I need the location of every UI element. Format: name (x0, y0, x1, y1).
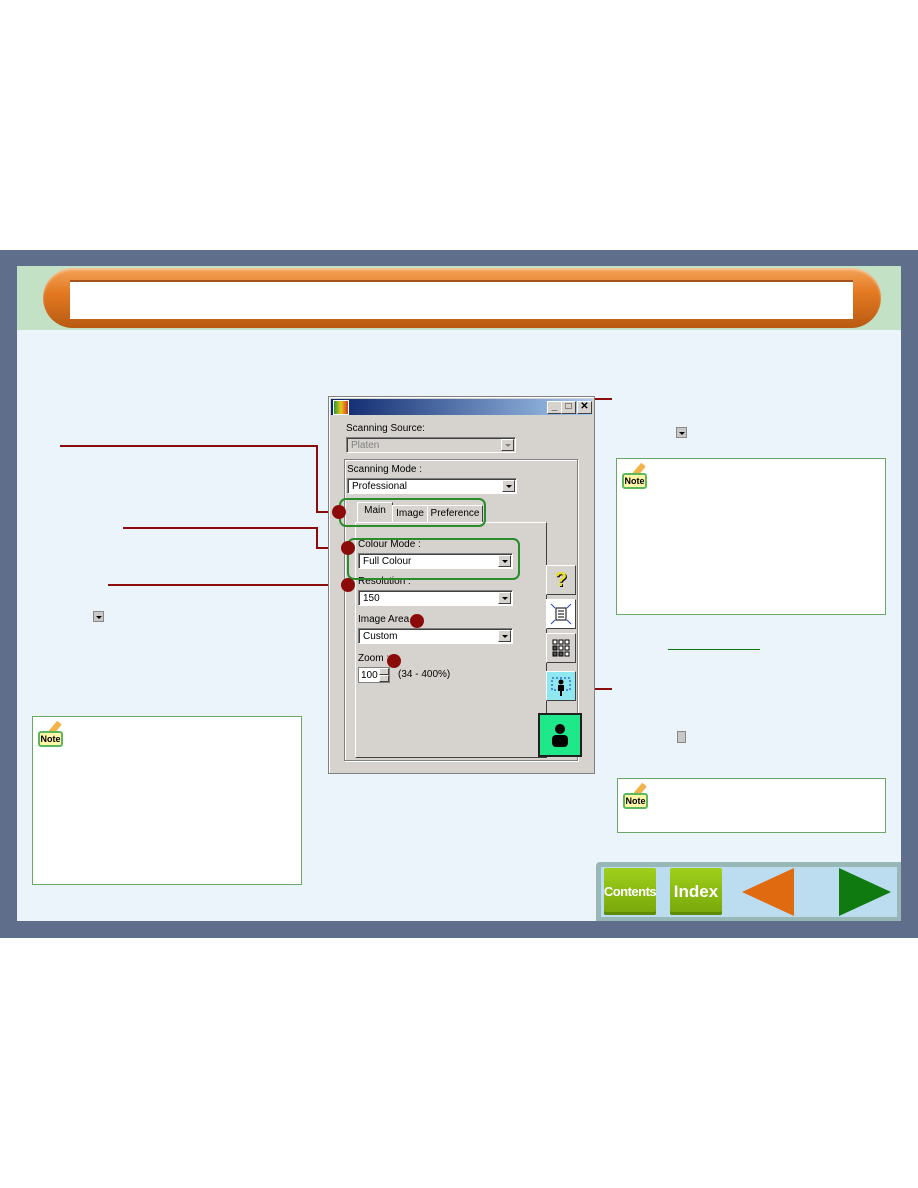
zoom-label: Zoom : (358, 653, 390, 664)
help-button[interactable]: ? (546, 565, 576, 595)
leader-line-tabs (60, 445, 317, 447)
close-button[interactable]: ✕ (577, 401, 592, 414)
contents-button[interactable]: Contents (604, 868, 657, 915)
chevron-down-icon[interactable] (498, 630, 511, 642)
note-icon: Note (38, 731, 63, 747)
callout-dot-zoom (387, 654, 401, 668)
scanning-mode-select[interactable]: Professional (347, 478, 517, 494)
spin-arrows-icon (677, 731, 686, 743)
callout-dot-tabs (332, 505, 346, 519)
dialog-titlebar[interactable]: _ □ ✕ (331, 399, 592, 415)
scan-button[interactable] (538, 713, 582, 757)
auto-crop-icon (550, 603, 572, 625)
tabs-highlight (339, 498, 486, 527)
chevron-down-icon[interactable] (501, 439, 514, 451)
hyperlink-underline[interactable] (668, 649, 760, 650)
thumbnail-grid-icon (552, 639, 570, 657)
index-button[interactable]: Index (670, 868, 722, 915)
callout-dot-resolution (341, 578, 355, 592)
dropdown-arrow-icon (676, 427, 687, 438)
maximize-button[interactable]: □ (561, 401, 576, 414)
scanning-source-select[interactable]: Platen (346, 437, 516, 453)
zoom-spinner[interactable]: 100 (358, 667, 390, 683)
previous-page-button[interactable] (742, 868, 794, 916)
preview-icon (551, 677, 571, 696)
scanning-mode-value: Professional (352, 481, 408, 492)
preview-button[interactable] (546, 671, 576, 701)
chevron-down-icon[interactable] (502, 480, 515, 492)
callout-dot-colour-mode (341, 541, 355, 555)
note-box-left: Note (32, 716, 302, 885)
chevron-down-icon[interactable] (498, 592, 511, 604)
resolution-value: 150 (363, 593, 380, 604)
title-box (70, 280, 853, 319)
image-area-label: Image Area : (358, 614, 415, 625)
app-icon (333, 400, 349, 415)
image-area-select[interactable]: Custom (358, 628, 513, 644)
note-box-right-bottom: Note (617, 778, 886, 833)
leader-line-tabs-vert (316, 445, 318, 513)
scan-icon (552, 724, 568, 747)
scanning-source-label: Scanning Source: (346, 423, 425, 434)
resolution-select[interactable]: 150 (358, 590, 513, 606)
leader-line-colour-vert (316, 527, 318, 549)
leader-line-colour (123, 527, 317, 529)
colour-mode-highlight (347, 538, 520, 580)
note-box-right-top: Note (616, 458, 886, 615)
note-icon: Note (622, 473, 647, 489)
note-icon: Note (623, 793, 648, 809)
zoom-range: (34 - 400%) (398, 669, 451, 680)
help-icon: ? (554, 568, 568, 591)
scanning-source-value: Platen (351, 440, 380, 451)
callout-dot-image-area (410, 614, 424, 628)
scanner-dialog: _ □ ✕ Scanning Source: Platen Scanning M… (328, 396, 595, 774)
dropdown-arrow-icon (93, 611, 104, 622)
next-page-button[interactable] (839, 868, 891, 916)
spin-up-icon[interactable] (379, 668, 389, 675)
zoom-value: 100 (361, 670, 378, 681)
auto-crop-button[interactable] (546, 599, 576, 629)
image-area-value: Custom (363, 631, 398, 642)
minimize-button[interactable]: _ (547, 401, 562, 414)
scanning-mode-label: Scanning Mode : (347, 464, 423, 475)
leader-line-resolution (108, 584, 348, 586)
thumbnail-button[interactable] (546, 633, 576, 663)
spin-down-icon[interactable] (379, 675, 389, 682)
